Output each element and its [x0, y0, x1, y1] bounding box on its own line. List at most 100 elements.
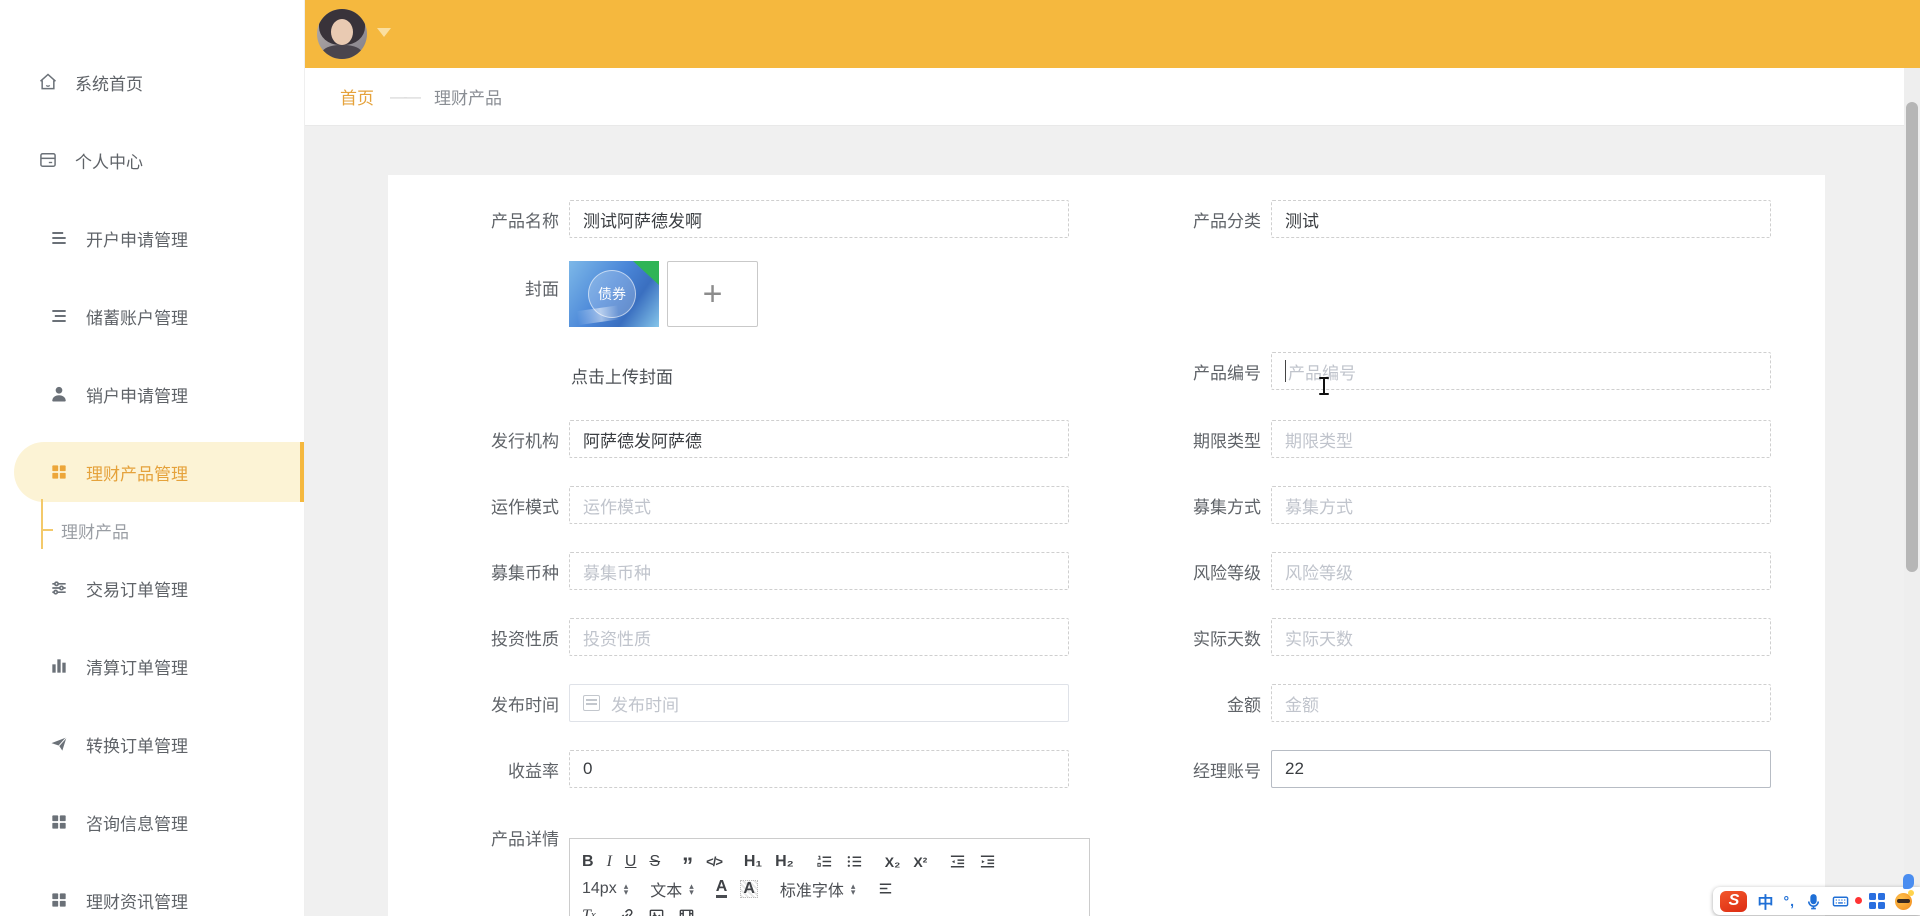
publish-time-field: 发布时间 发布时间	[388, 684, 1069, 722]
sidebar-item-personal-center[interactable]: 个人中心	[0, 121, 304, 199]
microphone-icon[interactable]	[1805, 893, 1822, 910]
input-placeholder: 期限类型	[1285, 427, 1353, 452]
input-placeholder: 发布时间	[611, 691, 679, 716]
breadcrumb-home-link[interactable]: 首页	[340, 84, 374, 109]
superscript-button[interactable]: X²	[913, 855, 927, 869]
avatar[interactable]	[317, 9, 367, 59]
chart-icon	[47, 654, 71, 678]
sidebar-subitem-wealth-product[interactable]: 理财产品	[0, 511, 304, 549]
product-no-field: 产品编号 产品编号	[1090, 352, 1771, 390]
input-placeholder: 募集方式	[1285, 493, 1353, 518]
sidebar-nav: 系统首页 个人中心 开户申请管理 储蓄账户管理	[0, 0, 304, 916]
toolbox-grid-icon[interactable]	[1869, 893, 1885, 909]
field-label: 募集币种	[388, 559, 559, 584]
sidebar-item-wealth-news[interactable]: 理财资讯管理	[0, 861, 304, 916]
field-label: 产品分类	[1090, 207, 1261, 232]
field-label: 金额	[1090, 691, 1261, 716]
sidebar-item-trade-orders[interactable]: 交易订单管理	[0, 549, 304, 627]
field-label: 经理账号	[1090, 757, 1261, 782]
sidebar-item-label: 销户申请管理	[86, 382, 188, 407]
code-button[interactable]: </>	[706, 855, 722, 868]
manager-account-input[interactable]: 22	[1271, 750, 1771, 788]
home-icon	[36, 70, 60, 94]
heading1-button[interactable]: H₁	[744, 854, 762, 870]
avatar-shoulders	[322, 45, 362, 59]
issuer-field: 发行机构 阿萨德发阿萨德	[388, 420, 1069, 458]
input-placeholder: 实际天数	[1285, 625, 1353, 650]
operation-mode-input[interactable]: 运作模式	[569, 486, 1069, 524]
sidebar-item-savings-account[interactable]: 储蓄账户管理	[0, 277, 304, 355]
sidebar-item-system-home[interactable]: 系统首页	[0, 43, 304, 121]
input-placeholder: 产品编号	[1288, 359, 1356, 384]
font-size-select[interactable]: 14px	[582, 880, 628, 898]
input-placeholder: 投资性质	[583, 625, 651, 650]
vertical-scrollbar[interactable]	[1904, 68, 1920, 916]
raise-method-input[interactable]: 募集方式	[1271, 486, 1771, 524]
sogou-logo-icon[interactable]: S	[1720, 891, 1747, 912]
font-family-select[interactable]: 标准字体	[780, 877, 856, 901]
sidebar-item-wealth-product-mgmt[interactable]: 理财产品管理	[0, 433, 304, 511]
publish-time-input[interactable]: 发布时间	[569, 684, 1069, 722]
product-name-input[interactable]: 测试阿萨德发啊	[569, 200, 1069, 238]
align-icon[interactable]	[877, 880, 894, 897]
sidebar-item-account-open[interactable]: 开户申请管理	[0, 199, 304, 277]
term-type-input[interactable]: 期限类型	[1271, 420, 1771, 458]
investment-nature-input[interactable]: 投资性质	[569, 618, 1069, 656]
heading2-button[interactable]: H₂	[775, 854, 794, 870]
sidebar-item-conversion-orders[interactable]: 转换订单管理	[0, 705, 304, 783]
sliders-icon	[47, 576, 71, 600]
amount-input[interactable]: 金额	[1271, 684, 1771, 722]
strikethrough-button[interactable]: S	[649, 854, 660, 870]
video-icon[interactable]	[678, 907, 695, 916]
chevron-down-icon[interactable]	[377, 28, 391, 37]
outdent-icon[interactable]	[949, 853, 966, 870]
clear-format-button[interactable]: Tx	[582, 908, 596, 916]
italic-button[interactable]: I	[607, 854, 612, 870]
link-icon[interactable]	[618, 907, 635, 916]
font-family-value: 标准字体	[780, 877, 844, 901]
image-icon[interactable]	[648, 907, 665, 916]
grid-icon	[47, 460, 71, 484]
field-label: 期限类型	[1090, 427, 1261, 452]
cover-thumbnail[interactable]: 债券	[569, 261, 659, 327]
sidebar-item-clearing-orders[interactable]: 清算订单管理	[0, 627, 304, 705]
field-label: 产品名称	[388, 207, 559, 232]
actual-days-input[interactable]: 实际天数	[1271, 618, 1771, 656]
bullet-list-icon[interactable]	[846, 853, 863, 870]
yield-rate-input[interactable]: 0	[569, 750, 1069, 788]
product-name-field: 产品名称 测试阿萨德发啊	[388, 200, 1069, 238]
product-no-input[interactable]: 产品编号	[1271, 352, 1771, 390]
product-detail-editor[interactable]: B I U S ” </> H₁ H₂ X₂	[569, 838, 1090, 916]
text-style-value: 文本	[650, 877, 682, 901]
ordered-list-icon[interactable]	[816, 853, 833, 870]
input-value: 0	[583, 759, 592, 779]
bold-button[interactable]: B	[582, 854, 594, 870]
punctuation-mode-icon[interactable]: °,	[1784, 893, 1796, 909]
input-value: 测试阿萨德发啊	[583, 207, 702, 232]
highlight-color-button[interactable]: A	[740, 880, 758, 898]
ime-language-mode[interactable]: 中	[1757, 889, 1773, 913]
input-value: 22	[1285, 759, 1304, 779]
manager-account-field: 经理账号 22	[1090, 750, 1771, 788]
text-color-button[interactable]: A	[716, 879, 728, 898]
indent-icon[interactable]	[979, 853, 996, 870]
text-style-select[interactable]: 文本	[650, 877, 694, 901]
sidebar-item-account-close[interactable]: 销户申请管理	[0, 355, 304, 433]
field-label: 实际天数	[1090, 625, 1261, 650]
category-input[interactable]: 测试	[1271, 200, 1771, 238]
updown-arrows-icon	[851, 883, 856, 895]
subscript-button[interactable]: X₂	[885, 855, 901, 869]
sidebar-item-label: 系统首页	[75, 70, 143, 95]
top-header	[305, 0, 1920, 68]
risk-level-input[interactable]: 风险等级	[1271, 552, 1771, 590]
scrollbar-thumb[interactable]	[1906, 102, 1918, 572]
raise-currency-input[interactable]: 募集币种	[569, 552, 1069, 590]
cover-field: 封面 债券 +	[388, 261, 1069, 327]
keyboard-icon[interactable]	[1832, 893, 1849, 910]
cover-upload-button[interactable]: +	[667, 261, 758, 327]
emoji-icon[interactable]	[1895, 893, 1912, 910]
issuer-input[interactable]: 阿萨德发阿萨德	[569, 420, 1069, 458]
sidebar-item-consult-info[interactable]: 咨询信息管理	[0, 783, 304, 861]
underline-button[interactable]: U	[625, 854, 637, 870]
blockquote-button[interactable]: ”	[682, 853, 693, 871]
